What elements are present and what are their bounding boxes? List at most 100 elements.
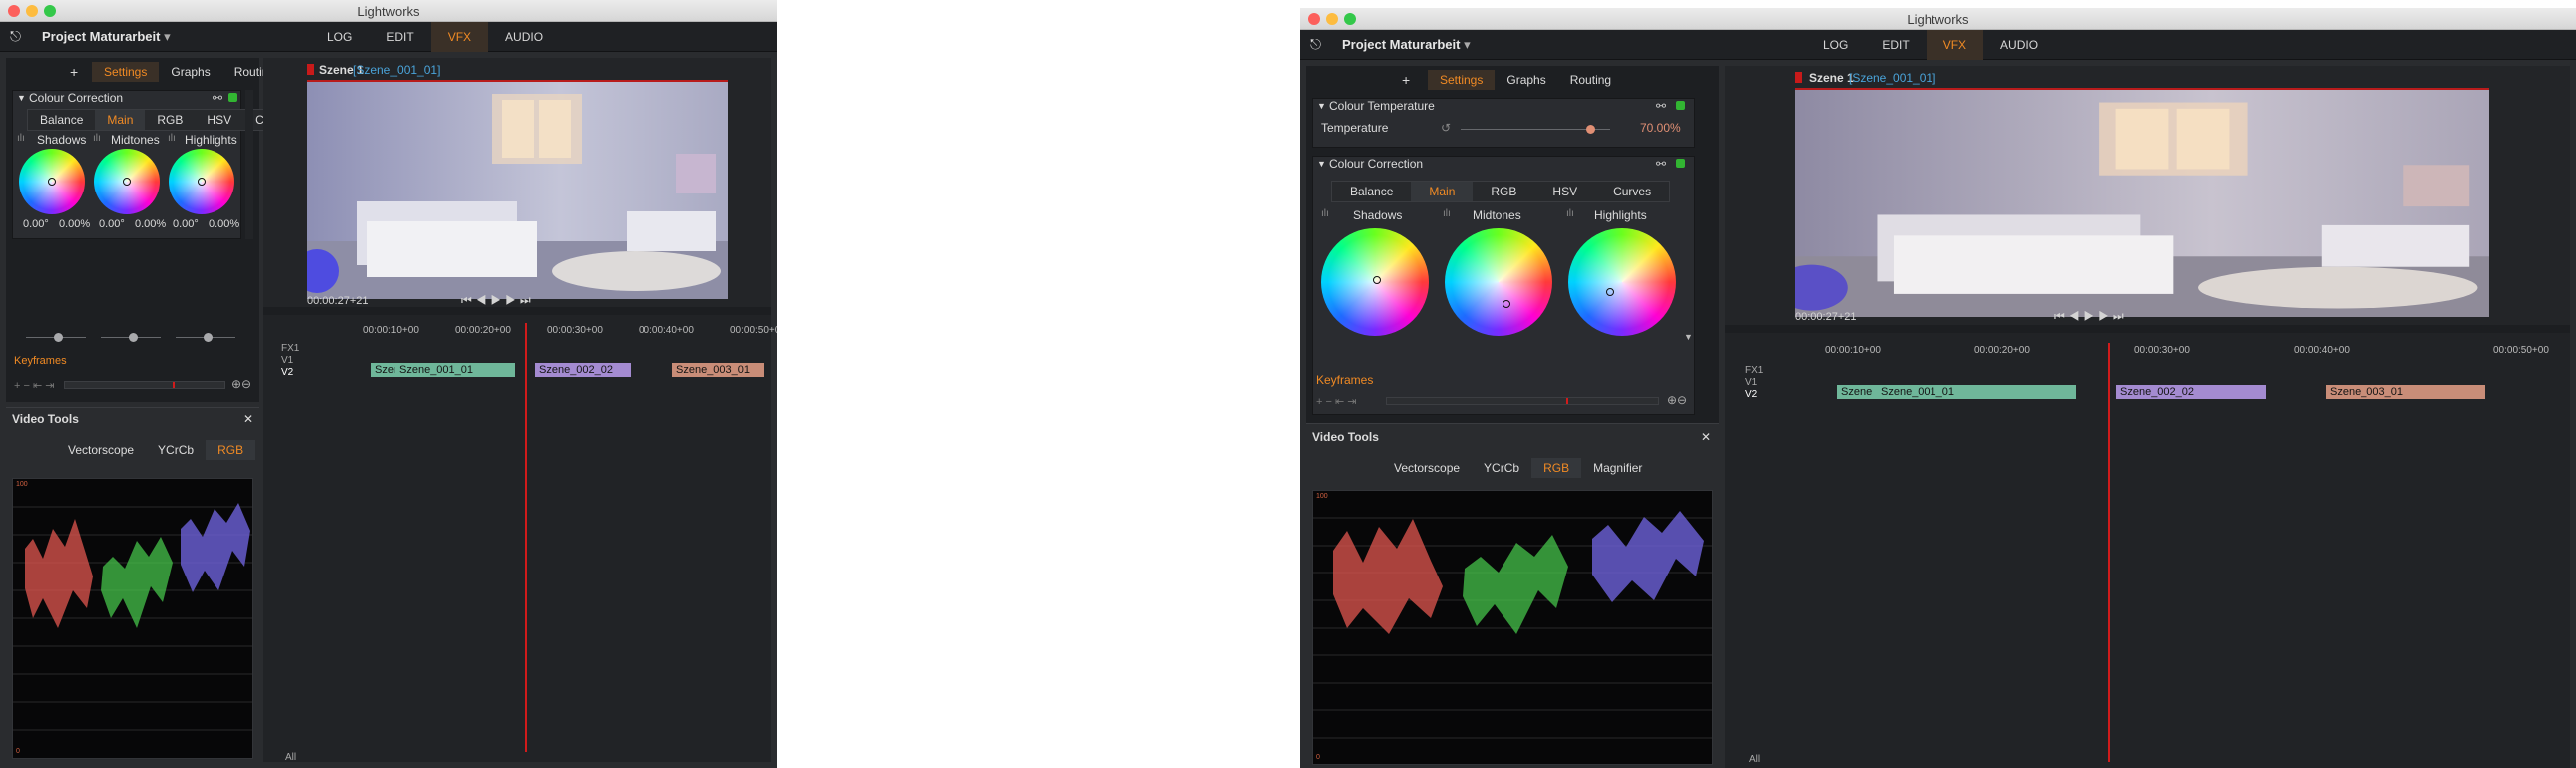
- clip[interactable]: Szene_003_01: [2326, 385, 2485, 399]
- temperature-label: Temperature: [1321, 121, 1389, 135]
- scroll-down-icon[interactable]: ▼: [1684, 332, 1693, 342]
- tab-edit[interactable]: EDIT: [369, 22, 430, 52]
- track-fx1[interactable]: FX1: [281, 343, 299, 354]
- track-v2[interactable]: V2: [1745, 389, 1757, 400]
- clip[interactable]: Szene: [371, 363, 395, 377]
- tab-edit[interactable]: EDIT: [1865, 30, 1926, 60]
- video-frame[interactable]: [1795, 88, 2489, 317]
- clip[interactable]: Szene_002_02: [2116, 385, 2266, 399]
- enable-toggle[interactable]: [228, 93, 237, 102]
- clip[interactable]: Szene: [1837, 385, 1877, 399]
- close-icon[interactable]: ✕: [243, 412, 253, 426]
- tab-magnifier[interactable]: Magnifier: [1581, 458, 1654, 478]
- all-tracks-button[interactable]: All: [285, 752, 296, 763]
- effects-scrollbar[interactable]: [245, 90, 253, 239]
- link-icon[interactable]: ⚯: [1656, 99, 1666, 113]
- track-fx1[interactable]: FX1: [1745, 365, 1763, 376]
- add-effect-button[interactable]: +: [1402, 72, 1410, 88]
- timeline: 00:00:10+00 00:00:20+00 00:00:30+00 00:0…: [263, 315, 777, 763]
- zoom-icon[interactable]: ⊕⊖: [1667, 393, 1687, 407]
- midtones-slider[interactable]: [101, 333, 161, 342]
- subtab-hsv[interactable]: HSV: [195, 110, 243, 130]
- collapse-icon[interactable]: ▼: [17, 93, 26, 103]
- tab-rgb-scope[interactable]: RGB: [1531, 458, 1582, 478]
- playhead[interactable]: [2108, 343, 2110, 762]
- link-icon[interactable]: ⚯: [1656, 157, 1666, 171]
- highlights-angle[interactable]: 0.00°: [173, 218, 199, 230]
- tab-settings[interactable]: Settings: [1428, 70, 1496, 90]
- subtab-main[interactable]: Main: [1411, 182, 1474, 201]
- add-effect-button[interactable]: +: [70, 64, 78, 80]
- tab-vfx[interactable]: VFX: [1926, 30, 1984, 60]
- subtab-balance[interactable]: Balance: [1332, 182, 1411, 201]
- clip[interactable]: Szene_002_02: [535, 363, 631, 377]
- rgb-waveform: [1313, 511, 1712, 739]
- midtones-wheel[interactable]: [1445, 228, 1552, 336]
- tab-log[interactable]: LOG: [1806, 30, 1865, 60]
- tab-vfx[interactable]: VFX: [430, 22, 489, 52]
- tab-vectorscope[interactable]: Vectorscope: [56, 440, 146, 460]
- keyframe-controls[interactable]: + − ⇤ ⇥: [1316, 395, 1356, 408]
- track-v1[interactable]: V1: [1745, 377, 1757, 388]
- wheel-label-midtones: Midtones: [111, 133, 160, 147]
- collapse-icon[interactable]: ▼: [1317, 101, 1326, 111]
- enable-toggle[interactable]: [1676, 101, 1685, 110]
- tab-audio[interactable]: AUDIO: [488, 22, 560, 52]
- clip[interactable]: Szene_001_01: [395, 363, 515, 377]
- tab-ycrcb[interactable]: YCrCb: [1472, 458, 1531, 478]
- tab-ycrcb[interactable]: YCrCb: [146, 440, 206, 460]
- shadows-angle[interactable]: 0.00°: [23, 218, 49, 230]
- shadows-amount[interactable]: 0.00%: [59, 218, 90, 230]
- tab-audio[interactable]: AUDIO: [1983, 30, 2055, 60]
- shadows-wheel[interactable]: [19, 149, 85, 214]
- track-v1[interactable]: V1: [281, 355, 293, 366]
- subtab-main[interactable]: Main: [95, 110, 146, 130]
- exit-icon[interactable]: ⎋: [10, 28, 30, 46]
- zoom-icon[interactable]: ⊕⊖: [231, 377, 251, 391]
- subtab-rgb[interactable]: RGB: [1473, 182, 1534, 201]
- track-v2[interactable]: V2: [281, 367, 293, 378]
- playhead[interactable]: [525, 323, 527, 752]
- midtones-angle[interactable]: 0.00°: [99, 218, 125, 230]
- highlights-wheel[interactable]: [1568, 228, 1676, 336]
- clip[interactable]: Szene_003_01: [672, 363, 764, 377]
- subtab-hsv[interactable]: HSV: [1534, 182, 1595, 201]
- project-name[interactable]: Project Maturarbeit ▾: [1342, 37, 1471, 53]
- highlights-slider[interactable]: [176, 333, 235, 342]
- keyframe-track[interactable]: [64, 381, 225, 389]
- timecode[interactable]: 00:00:27+21: [1795, 311, 1856, 323]
- keyframe-controls[interactable]: + − ⇤ ⇥: [14, 379, 54, 392]
- shadows-slider[interactable]: [26, 333, 86, 342]
- temperature-value[interactable]: 70.00%: [1640, 121, 1681, 135]
- close-icon[interactable]: ✕: [1701, 430, 1711, 444]
- shadows-wheel[interactable]: [1321, 228, 1429, 336]
- video-frame[interactable]: [307, 80, 728, 299]
- link-icon[interactable]: ⚯: [213, 91, 222, 105]
- temperature-slider[interactable]: [1461, 125, 1610, 134]
- tab-log[interactable]: LOG: [310, 22, 369, 52]
- tab-graphs[interactable]: Graphs: [1495, 70, 1557, 90]
- project-name[interactable]: Project Maturarbeit ▾: [42, 29, 171, 45]
- timecode[interactable]: 00:00:27+21: [307, 295, 368, 307]
- tab-graphs[interactable]: Graphs: [159, 62, 221, 82]
- all-tracks-button[interactable]: All: [1749, 754, 1760, 765]
- midtones-amount[interactable]: 0.00%: [135, 218, 166, 230]
- clip[interactable]: Szene_001_01: [1877, 385, 2076, 399]
- midtones-wheel[interactable]: [94, 149, 160, 214]
- subtab-curves[interactable]: Curves: [1595, 182, 1669, 201]
- collapse-icon[interactable]: ▼: [1317, 159, 1326, 169]
- tab-rgb-scope[interactable]: RGB: [206, 440, 256, 460]
- exit-icon[interactable]: ⎋: [1310, 36, 1330, 54]
- keyframe-track[interactable]: [1386, 397, 1659, 405]
- tab-vectorscope[interactable]: Vectorscope: [1382, 458, 1472, 478]
- transport-controls[interactable]: ⏮◀▶▶⏭: [461, 293, 535, 308]
- transport-controls[interactable]: ⏮◀▶▶⏭: [2054, 309, 2128, 324]
- highlights-amount[interactable]: 0.00%: [209, 218, 239, 230]
- subtab-rgb[interactable]: RGB: [145, 110, 195, 130]
- highlights-wheel[interactable]: [169, 149, 234, 214]
- tab-settings[interactable]: Settings: [92, 62, 160, 82]
- enable-toggle[interactable]: [1676, 159, 1685, 168]
- subtab-balance[interactable]: Balance: [28, 110, 95, 130]
- reset-icon[interactable]: ↺: [1441, 121, 1451, 135]
- tab-routing[interactable]: Routing: [1558, 70, 1623, 90]
